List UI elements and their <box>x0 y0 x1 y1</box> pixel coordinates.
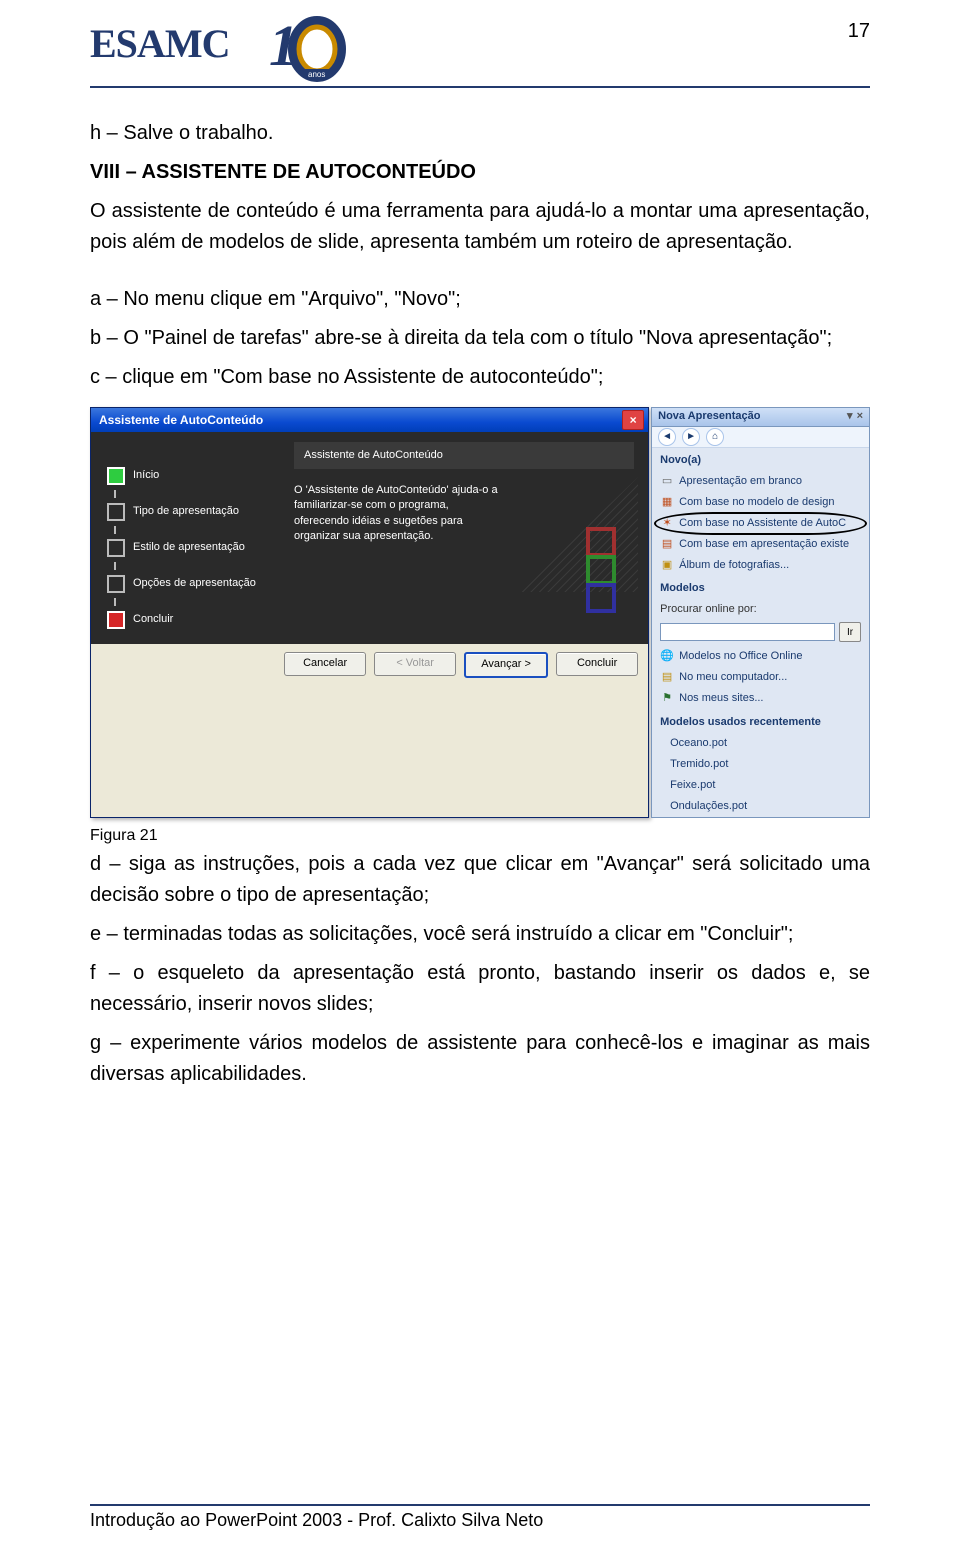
wizard-step-tipo: Tipo de apresentação <box>107 498 282 526</box>
taskpane: Nova Apresentação ▾ × ◄ ► ⌂ Novo(a) ▭Apr… <box>651 407 870 818</box>
logo-text: ESAMC <box>90 21 229 66</box>
recent-item[interactable]: Tremido.pot <box>652 754 869 775</box>
svg-text:anos: anos <box>308 70 325 79</box>
finish-button[interactable]: Concluir <box>556 652 638 676</box>
wizard-description: O 'Assistente de AutoConteúdo' ajuda-o a… <box>294 483 499 545</box>
dropdown-icon[interactable]: ▾ <box>847 408 853 425</box>
nav-fwd-icon[interactable]: ► <box>682 428 700 446</box>
paragraph-intro: O assistente de conteúdo é uma ferrament… <box>90 196 870 258</box>
page-icon: ▭ <box>660 475 674 489</box>
recent-item[interactable]: Ondulações.pot <box>652 796 869 817</box>
paragraph-h: h – Salve o trabalho. <box>90 118 870 149</box>
footer-text: Introdução ao PowerPoint 2003 - Prof. Ca… <box>90 1510 870 1531</box>
paragraph-e: e – terminadas todas as solicitações, vo… <box>90 919 870 950</box>
wizard-banner: Assistente de AutoConteúdo <box>294 442 634 469</box>
figure-caption: Figura 21 <box>90 824 870 849</box>
modelos-header: Modelos <box>652 576 869 599</box>
tp-link-my-computer[interactable]: ▤No meu computador... <box>652 667 869 688</box>
wizard-step-inicio: Início <box>107 462 282 490</box>
wizard-title: Assistente de AutoConteúdo <box>99 411 263 430</box>
page-number: 17 <box>848 20 870 43</box>
recent-header: Modelos usados recentemente <box>652 710 869 733</box>
next-button[interactable]: Avançar > <box>464 652 548 678</box>
tp-item-design[interactable]: ▦Com base no modelo de design <box>652 492 869 513</box>
logo-badge-icon: 1 anos <box>267 15 347 85</box>
computer-icon: ▤ <box>660 671 674 685</box>
wizard-step-opcoes: Opções de apresentação <box>107 570 282 598</box>
footer-rule <box>90 1504 870 1506</box>
globe-icon: 🌐 <box>660 650 674 664</box>
paragraph-d: d – siga as instruções, pois a cada vez … <box>90 849 870 911</box>
wizard-icon: ✶ <box>660 517 674 531</box>
wizard-step-concluir: Concluir <box>107 606 282 634</box>
tp-link-my-sites[interactable]: ⚑Nos meus sites... <box>652 688 869 709</box>
wizard-step-estilo: Estilo de apresentação <box>107 534 282 562</box>
novo-header: Novo(a) <box>652 448 869 471</box>
paragraph-b: b – O "Painel de tarefas" abre-se à dire… <box>90 323 870 354</box>
close-icon[interactable]: × <box>622 410 644 430</box>
nav-back-icon[interactable]: ◄ <box>658 428 676 446</box>
tp-item-existing[interactable]: ▤Com base em apresentação existe <box>652 534 869 555</box>
folder-icon: ▣ <box>660 559 674 573</box>
design-icon: ▦ <box>660 496 674 510</box>
wizard-steps: Início Tipo de apresentação Estilo de ap… <box>91 432 288 644</box>
search-label: Procurar online por: <box>652 599 869 620</box>
embedded-screenshot: Assistente de AutoConteúdo × Início Tipo… <box>90 407 870 818</box>
wizard-dialog: Assistente de AutoConteúdo × Início Tipo… <box>90 407 649 818</box>
search-go-button[interactable]: Ir <box>839 622 861 642</box>
paragraph-c: c – clique em "Com base no Assistente de… <box>90 362 870 393</box>
paragraph-f: f – o esqueleto da apresentação está pro… <box>90 958 870 1020</box>
presentation-icon: ▤ <box>660 538 674 552</box>
recent-item[interactable]: Oceano.pot <box>652 733 869 754</box>
taskpane-title: Nova Apresentação <box>658 408 760 425</box>
sites-icon: ⚑ <box>660 692 674 706</box>
logo: ESAMC 1 anos <box>90 20 350 80</box>
cancel-button[interactable]: Cancelar <box>284 652 366 676</box>
tp-link-office-online[interactable]: 🌐Modelos no Office Online <box>652 646 869 667</box>
close-pane-icon[interactable]: × <box>857 408 863 425</box>
wizard-footer: Cancelar < Voltar Avançar > Concluir <box>91 644 648 686</box>
paragraph-a: a – No menu clique em "Arquivo", "Novo"; <box>90 284 870 315</box>
back-button[interactable]: < Voltar <box>374 652 456 676</box>
tp-item-autocontent[interactable]: ✶Com base no Assistente de AutoC <box>652 513 869 534</box>
recent-item[interactable]: Feixe.pot <box>652 775 869 796</box>
taskpane-nav: ◄ ► ⌂ <box>652 427 869 448</box>
wizard-art-icon <box>518 477 638 592</box>
wizard-titlebar: Assistente de AutoConteúdo × <box>91 408 648 432</box>
tp-item-blank[interactable]: ▭Apresentação em branco <box>652 471 869 492</box>
nav-home-icon[interactable]: ⌂ <box>706 428 724 446</box>
tp-item-photoalbum[interactable]: ▣Álbum de fotografias... <box>652 555 869 576</box>
paragraph-g: g – experimente vários modelos de assist… <box>90 1028 870 1090</box>
search-input[interactable] <box>660 623 835 641</box>
section-title: VIII – ASSISTENTE DE AUTOCONTEÚDO <box>90 157 870 188</box>
taskpane-header: Nova Apresentação ▾ × <box>652 408 869 427</box>
